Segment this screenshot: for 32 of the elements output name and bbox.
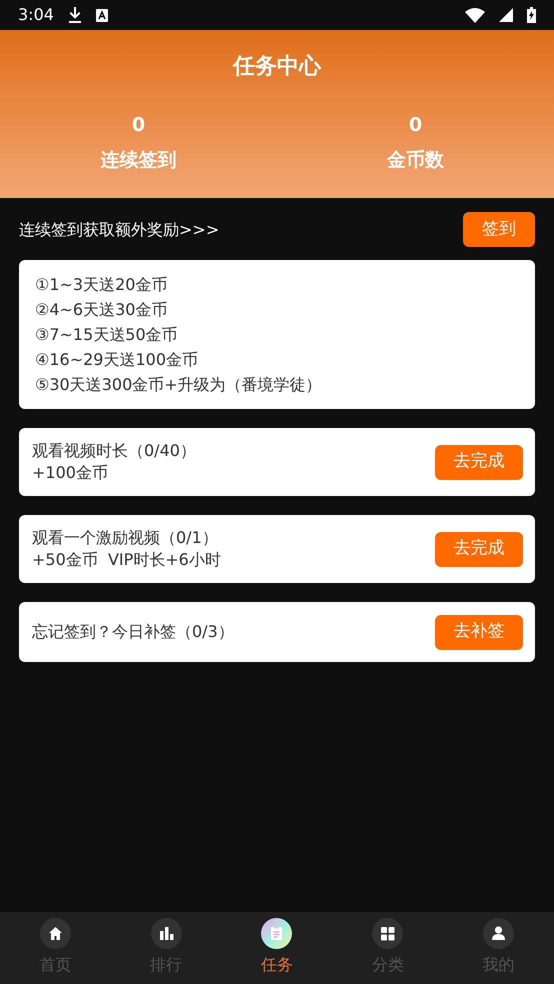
chart-icon xyxy=(150,918,182,949)
stat-label: 金币数 xyxy=(387,148,444,172)
stat-value: 0 xyxy=(408,113,422,138)
rule-text: ④16~29天送100金币 xyxy=(35,349,198,371)
home-icon xyxy=(40,918,71,949)
page-title: 任务中心 xyxy=(233,52,321,81)
rule-text: ⑤30天送300金币+升级为（番境学徒） xyxy=(35,374,322,396)
task-text: 观看一个激励视频（0/1） xyxy=(32,527,218,549)
tasks-icon xyxy=(261,918,292,949)
stat-label: 连续签到 xyxy=(100,148,176,172)
status-time: 3:04 xyxy=(18,4,54,26)
stat-value: 0 xyxy=(132,113,146,138)
grid-icon xyxy=(372,918,404,949)
profile-icon xyxy=(483,918,514,949)
rule-text: ②4~6天送30金币 xyxy=(35,299,168,321)
task-text: +100金币 xyxy=(32,462,108,484)
battery-icon xyxy=(527,7,536,23)
nav-tab[interactable]: 任务 xyxy=(222,912,332,984)
signal-icon xyxy=(499,8,513,22)
task-button[interactable]: 去补签 xyxy=(435,614,523,650)
wifi-icon xyxy=(465,8,485,22)
download-icon xyxy=(68,7,82,23)
rule-text: ①1~3天送20金币 xyxy=(35,274,168,296)
sign-in-prompt: 连续签到获取额外奖励>>> xyxy=(19,218,220,240)
task-text: 忘记签到？今日补签（0/3） xyxy=(32,621,234,643)
rule-text: ③7~15天送50金币 xyxy=(35,324,178,346)
task-button[interactable]: 去完成 xyxy=(435,532,523,566)
sign-in-button[interactable]: 签到 xyxy=(463,212,535,247)
task-button[interactable]: 去完成 xyxy=(435,444,523,480)
task-text: +50金币 VIP时长+6小时 xyxy=(32,549,221,571)
task-text: 观看视频时长（0/40） xyxy=(32,440,196,462)
text-icon xyxy=(96,8,108,22)
